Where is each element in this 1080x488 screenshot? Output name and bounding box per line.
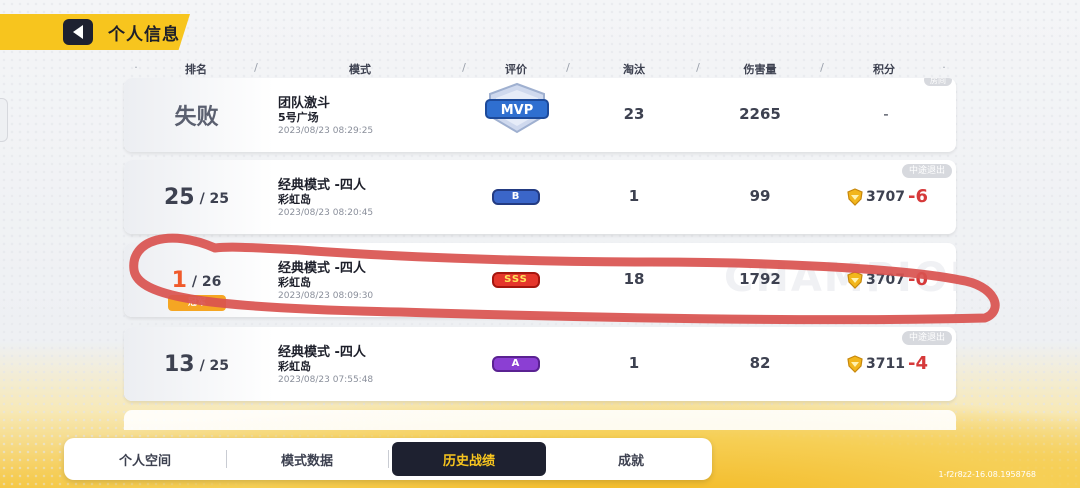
match-row-partial[interactable] (124, 410, 956, 430)
back-button[interactable] (63, 19, 93, 45)
score-value: - (883, 105, 889, 123)
damage-value: 99 (749, 187, 771, 205)
rank-total: / 26 (191, 274, 222, 290)
damage-value: 1792 (739, 270, 781, 288)
tab-match-history[interactable]: 历史战绩 (392, 442, 546, 476)
elims-value: 18 (623, 270, 645, 288)
header-separator: / (820, 61, 824, 74)
header-dot: · (134, 61, 138, 74)
elims-value: 1 (628, 187, 640, 205)
header-separator: / (566, 61, 570, 74)
match-time: 2023/08/23 07:55:48 (278, 375, 374, 385)
rank-position: 25 (163, 184, 195, 210)
rank-cell: 失败 (124, 78, 269, 152)
mode-map: 5号广场 (278, 111, 319, 124)
side-drawer-handle[interactable] (0, 98, 8, 142)
tab-divider (226, 450, 227, 468)
back-arrow-icon (73, 25, 83, 39)
mvp-label: MVP (501, 103, 534, 118)
rank-cell: 13 / 25 (124, 327, 269, 401)
col-rating: 评价 (505, 63, 527, 76)
score-delta: -0 (908, 269, 928, 290)
mode-map: 彩虹岛 (278, 193, 311, 206)
score-value: 3707 (866, 271, 905, 288)
score-delta: -6 (908, 186, 928, 207)
header-separator: / (462, 61, 466, 74)
tab-achievements[interactable]: 成就 (554, 442, 708, 476)
match-time: 2023/08/23 08:20:45 (278, 208, 374, 218)
col-elims: 淘汰 (623, 63, 645, 76)
rank-shield-icon (847, 270, 863, 289)
col-rank: 排名 (185, 63, 207, 76)
tab-divider (388, 450, 389, 468)
col-score: 积分 (873, 63, 895, 76)
damage-value: 2265 (739, 105, 781, 123)
score-value: 3707 (866, 188, 905, 205)
score-cell: 3707 -0 (846, 269, 928, 290)
rank-shield-icon (847, 187, 863, 206)
rank-total: / 25 (199, 358, 230, 374)
match-time: 2023/08/23 08:29:25 (278, 126, 374, 136)
rating-badge: SSS (492, 272, 540, 288)
rank-total: / 25 (199, 191, 230, 207)
rating-badge: B (492, 189, 540, 205)
rank-result: 失败 (174, 105, 219, 130)
score-cell: 3711 -4 (846, 353, 928, 374)
build-id: 1-f2r8z2-16.08.1958768 (938, 470, 1036, 479)
rank-position: 13 (163, 351, 195, 377)
header-dot: · (942, 61, 946, 74)
mvp-badge-icon: MVP (485, 82, 549, 134)
match-row[interactable]: 25 / 25 经典模式 -四人 彩虹岛 2023/08/23 08:20:45… (124, 160, 956, 234)
mode-map: 彩虹岛 (278, 276, 311, 289)
room-tag: 房间 (924, 78, 952, 86)
match-row[interactable]: CHAMPION 1 / 26 冠军 经典模式 -四人 彩虹岛 2023/08/… (124, 243, 956, 317)
quit-tag: 中途退出 (901, 331, 952, 345)
col-mode: 模式 (349, 63, 371, 76)
rank-position: 1 (171, 267, 187, 293)
match-row[interactable]: 失败 团队激斗 5号广场 2023/08/23 08:29:25 MVP 23 … (124, 78, 956, 152)
mode-map: 彩虹岛 (278, 360, 311, 373)
tab-mode-data[interactable]: 模式数据 (230, 442, 384, 476)
score-value: 3711 (866, 355, 905, 372)
champion-tag: 冠军 (168, 295, 226, 311)
match-row[interactable]: 13 / 25 经典模式 -四人 彩虹岛 2023/08/23 07:55:48… (124, 327, 956, 401)
tab-personal-space[interactable]: 个人空间 (68, 442, 222, 476)
rank-shield-icon (847, 354, 863, 373)
score-cell: 3707 -6 (846, 186, 928, 207)
bottom-tab-bar: 个人空间 模式数据 历史战绩 成就 (64, 438, 712, 480)
quit-tag: 中途退出 (901, 164, 952, 178)
damage-value: 82 (749, 354, 771, 372)
page-title: 个人信息 (108, 25, 180, 45)
col-damage: 伤害量 (743, 63, 777, 76)
elims-value: 23 (623, 105, 645, 123)
rating-badge: A (492, 356, 540, 372)
header-separator: / (254, 61, 258, 74)
header-separator: / (696, 61, 700, 74)
score-delta: -4 (908, 353, 928, 374)
elims-value: 1 (628, 354, 640, 372)
match-time: 2023/08/23 08:09:30 (278, 291, 374, 301)
column-header: · 排名 / 模式 / 评价 / 淘汰 / 伤害量 / 积分 · (124, 58, 956, 78)
rank-cell: 25 / 25 (124, 160, 269, 234)
